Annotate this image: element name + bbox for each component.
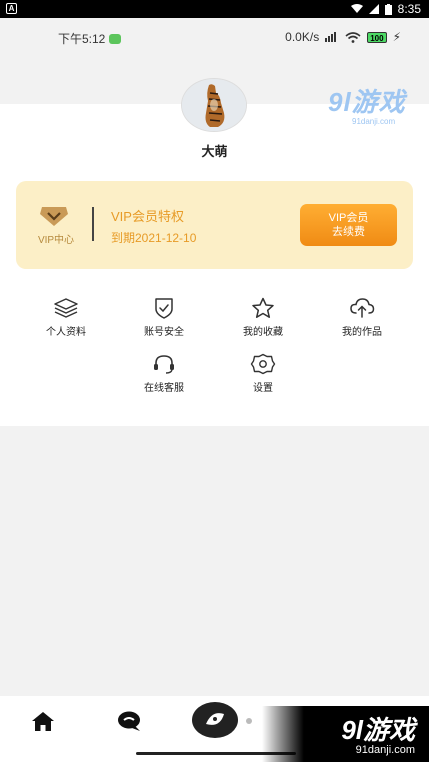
username: 大萌 [201,144,228,159]
status-time: 下午5:12 [58,32,106,46]
wifi-icon [350,4,363,13]
watermark-bottom: 9l游戏 91danji.com [262,706,429,762]
menu-favorites[interactable]: 我的收藏 [223,297,303,338]
chat-icon[interactable] [116,710,142,732]
vip-center-label: VIP中心 [37,235,75,246]
wifi-icon [345,31,361,43]
star-icon [252,297,274,318]
menu-online-service-label: 在线客服 [144,383,184,394]
menu-works-label: 我的作品 [342,327,382,338]
menu-account-security-label: 账号安全 [144,327,184,338]
vip-divider [92,207,94,241]
network-speed: 0.0K/s [285,30,320,44]
watermark-bottom-url: 91danji.com [355,744,415,756]
menu-account-security[interactable]: 账号安全 [124,297,204,338]
menu-favorites-label: 我的收藏 [243,327,283,338]
watermark-top: 9l游戏 91danji.com [328,82,406,126]
menu-profile[interactable]: 个人资料 [26,297,106,338]
menu-online-service[interactable]: 在线客服 [124,353,204,394]
menu-settings[interactable]: 设置 [223,353,303,394]
signal-icon [368,4,379,14]
discover-icon [206,713,224,725]
settings-icon [250,353,276,375]
home-icon[interactable] [30,710,56,732]
battery-level: 100 [367,31,387,43]
vip-title: VIP会员特权 [111,209,184,224]
battery-icon [384,3,392,15]
layers-icon [54,298,78,318]
menu-settings-label: 设置 [253,383,273,394]
shield-check-icon [155,298,173,319]
system-status-bar: A 8:35 [0,0,429,18]
vip-card[interactable]: VIP中心 VIP会员特权 到期2021-12-10 VIP会员 去续费 [16,181,413,269]
system-time: 8:35 [397,2,421,16]
menu-profile-label: 个人资料 [46,327,86,338]
charging-icon: ⚡ [392,30,401,44]
phone-status-bar: 下午5:12 0.0K/s 100 ⚡ [0,18,429,58]
watermark-bottom-brand: 9l游戏 [341,715,415,745]
page-indicator-dot [246,718,252,724]
avatar[interactable] [181,78,247,132]
menu-works[interactable]: 我的作品 [322,297,402,338]
hd-signal-icon [325,32,337,42]
headset-icon [154,355,174,374]
renew-button-line2: 去续费 [332,226,365,238]
discover-button[interactable] [192,702,238,738]
tiger-avatar-image [182,79,246,131]
vip-expire-date: 到期2021-12-10 [111,231,197,245]
watermark-brand: 9l游戏 [328,87,406,117]
app-notification-icon: A [6,3,17,14]
cloud-upload-icon [350,298,375,318]
vip-renew-button[interactable]: VIP会员 去续费 [300,204,397,246]
vip-diamond-icon [40,207,68,226]
wechat-icon [109,33,122,44]
renew-button-line1: VIP会员 [328,212,369,224]
